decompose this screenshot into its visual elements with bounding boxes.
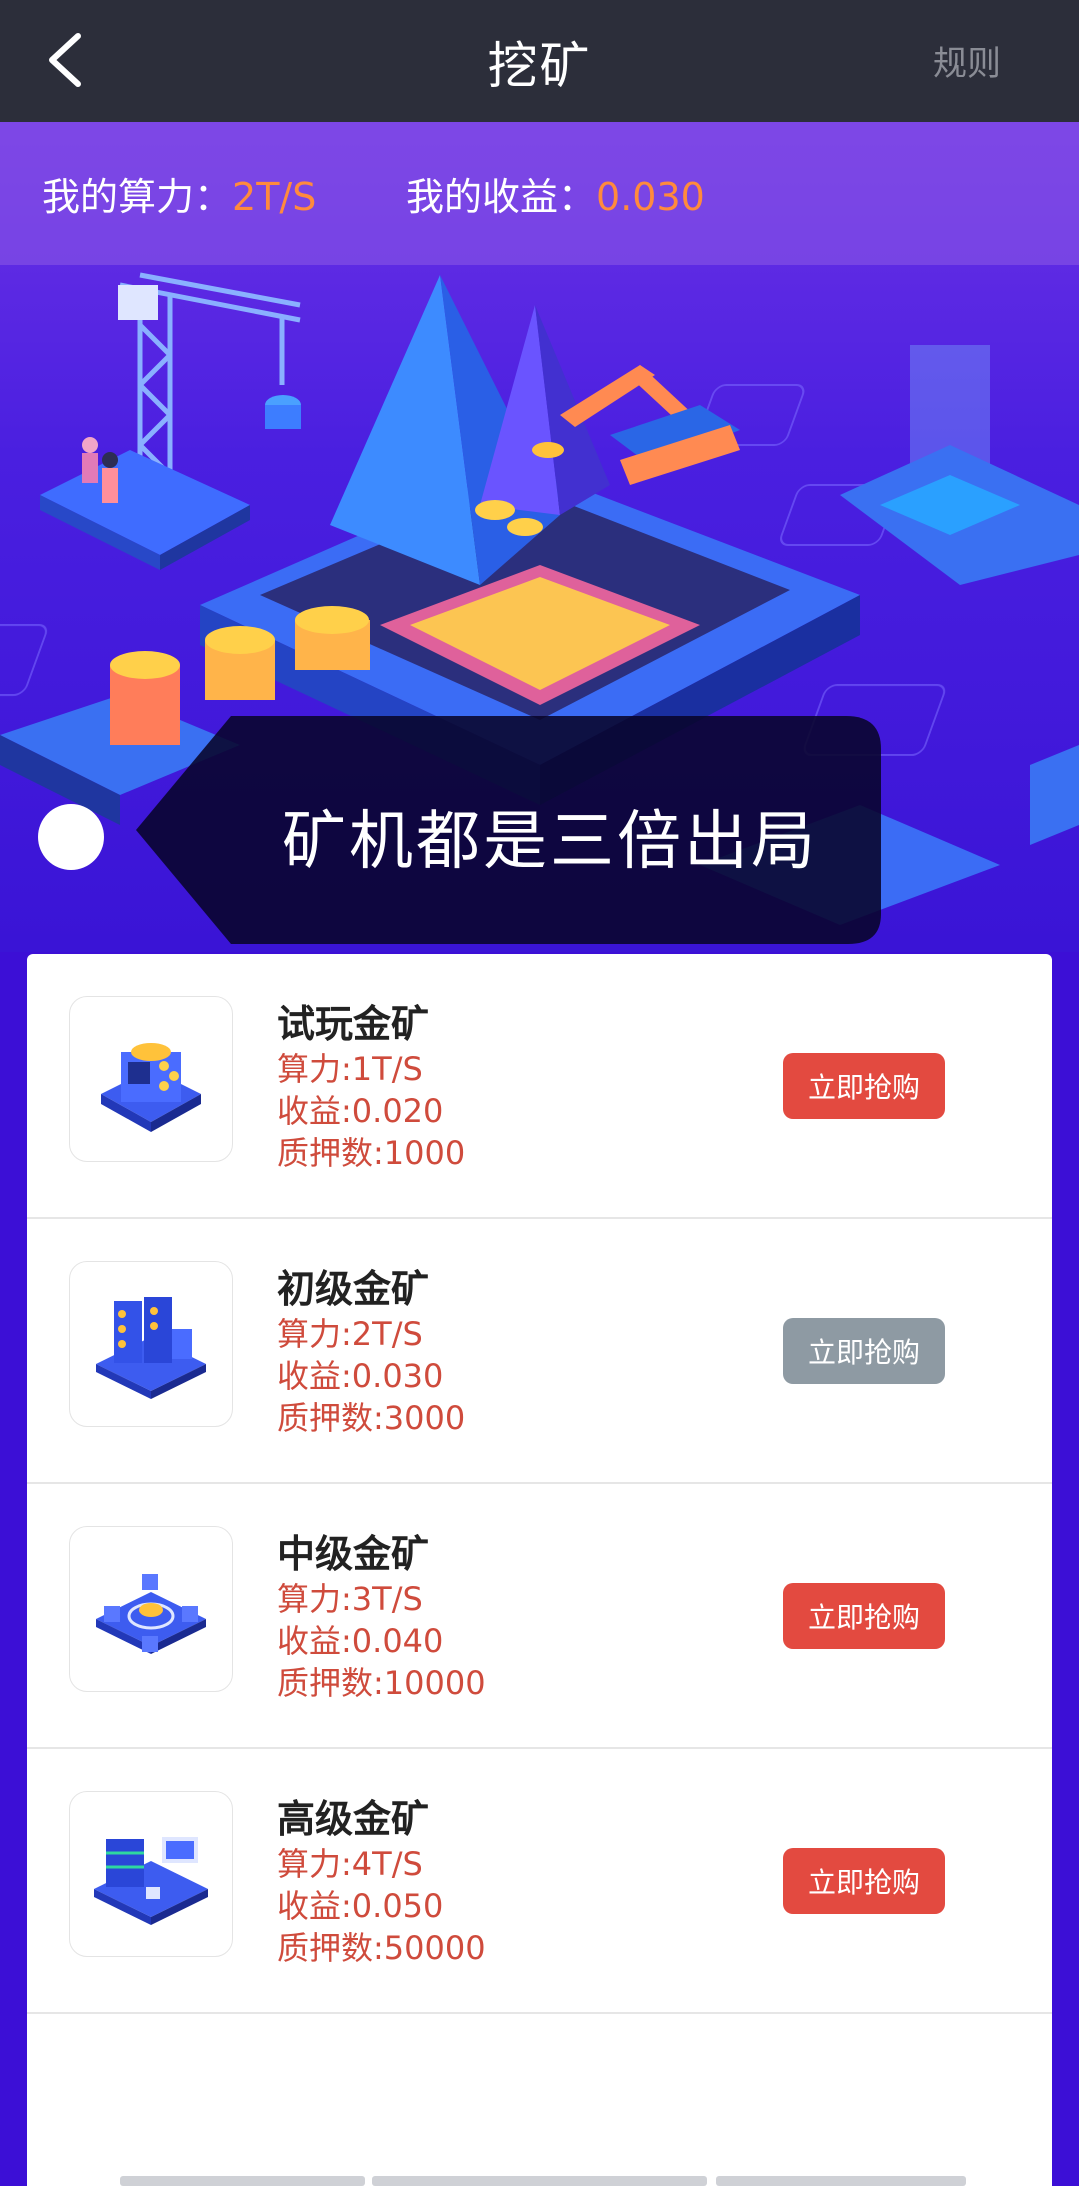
miner-income: 收益:0.050 [277, 1887, 444, 1925]
miner-list: 试玩金矿 算力:1T/S 收益:0.020 质押数:1000 立即抢购 初级金矿… [27, 954, 1052, 2186]
server-cube-icon [101, 1043, 201, 1132]
list-item: 高级金矿 算力:4T/S 收益:0.050 质押数:50000 立即抢购 [27, 1749, 1052, 2014]
miner-power: 算力:1T/S [277, 1050, 423, 1088]
miner-power: 算力:2T/S [277, 1315, 423, 1353]
miner-pledge: 质押数:50000 [277, 1929, 486, 1967]
miner-income: 收益:0.040 [277, 1622, 444, 1660]
miner-pledge: 质押数:10000 [277, 1664, 486, 1702]
miner-info: 初级金矿 算力:2T/S 收益:0.030 质押数:3000 [277, 1265, 465, 1439]
notice-dot [38, 804, 104, 870]
miner-thumb-trial [69, 996, 233, 1162]
tab-strip-segment [716, 2176, 966, 2186]
miner-income: 收益:0.030 [277, 1357, 444, 1395]
my-income-label: 我的收益： [406, 175, 597, 219]
tab-strip-segment [372, 2176, 707, 2186]
buy-now-button[interactable]: 立即抢购 [783, 1318, 945, 1384]
miner-thumb-senior [69, 1791, 233, 1957]
my-income-value: 0.030 [596, 175, 705, 219]
server-rack-icon [96, 1297, 206, 1399]
buy-now-button[interactable]: 立即抢购 [783, 1583, 945, 1649]
miner-power: 算力:3T/S [277, 1580, 423, 1618]
miner-pledge: 质押数:1000 [277, 1134, 466, 1172]
list-item: 试玩金矿 算力:1T/S 收益:0.020 质押数:1000 立即抢购 [27, 954, 1052, 1219]
my-power-value: 2T/S [232, 175, 317, 219]
miner-info: 中级金矿 算力:3T/S 收益:0.040 质押数:10000 [277, 1530, 486, 1704]
miner-name: 初级金矿 [277, 1267, 430, 1311]
list-item: 中级金矿 算力:3T/S 收益:0.040 质押数:10000 立即抢购 [27, 1484, 1052, 1749]
miner-name: 试玩金矿 [277, 1002, 430, 1046]
top-navbar: 挖矿 规则 [0, 0, 1079, 122]
miner-thumb-intermediate [69, 1526, 233, 1692]
list-item: 初级金矿 算力:2T/S 收益:0.030 质押数:3000 立即抢购 [27, 1219, 1052, 1484]
mining-hub-icon [96, 1574, 206, 1654]
miner-name: 高级金矿 [277, 1797, 430, 1841]
miner-income: 收益:0.020 [277, 1092, 444, 1130]
hero-banner: 我的算力：2T/S 我的收益：0.030 矿机都是三倍出局 [0, 122, 1079, 952]
miner-power: 算力:4T/S [277, 1845, 423, 1883]
bottom-tab-strip [0, 2176, 1079, 2186]
data-center-icon [94, 1837, 208, 1925]
notice-text: 矿机都是三倍出局 [282, 805, 818, 879]
my-income: 我的收益：0.030 [406, 166, 705, 221]
my-power-label: 我的算力： [42, 175, 233, 219]
miner-pledge: 质押数:3000 [277, 1399, 466, 1437]
my-power: 我的算力：2T/S [42, 166, 316, 221]
miner-info: 高级金矿 算力:4T/S 收益:0.050 质押数:50000 [277, 1795, 486, 1969]
rules-link[interactable]: 规则 [933, 36, 1001, 85]
page-title: 挖矿 [487, 37, 592, 95]
tab-strip-segment [120, 2176, 365, 2186]
buy-now-button[interactable]: 立即抢购 [783, 1848, 945, 1914]
miner-name: 中级金矿 [277, 1532, 430, 1576]
buy-now-button[interactable]: 立即抢购 [783, 1053, 945, 1119]
miner-info: 试玩金矿 算力:1T/S 收益:0.020 质押数:1000 [277, 1000, 465, 1174]
stats-bar: 我的算力：2T/S 我的收益：0.030 [0, 122, 1079, 265]
miner-thumb-junior [69, 1261, 233, 1427]
